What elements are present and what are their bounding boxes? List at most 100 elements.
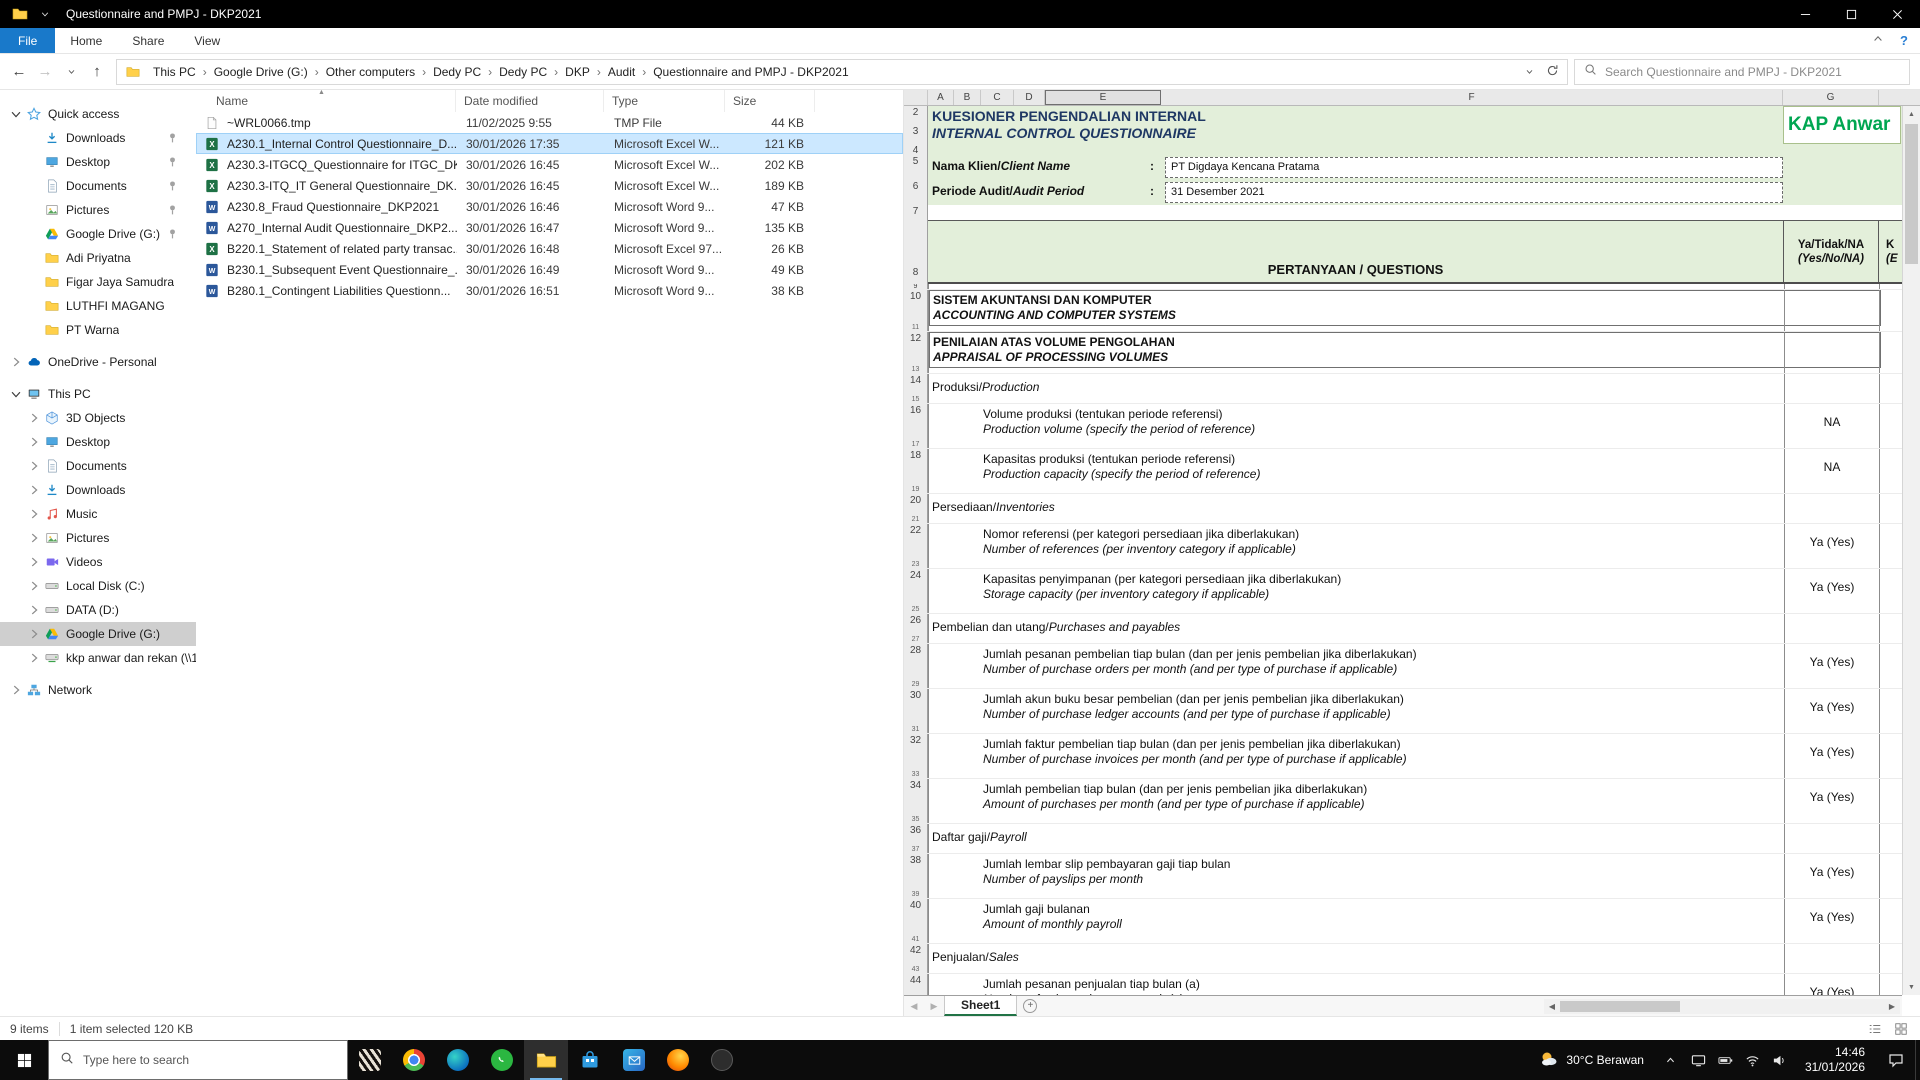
collapse-ribbon-icon[interactable] bbox=[1872, 32, 1884, 50]
sheet-title-en[interactable]: INTERNAL CONTROL QUESTIONNAIRE bbox=[928, 125, 1902, 141]
chev-right-icon[interactable] bbox=[26, 458, 42, 474]
answer-cell[interactable]: Ya (Yes) bbox=[1785, 734, 1879, 759]
column-header-c[interactable]: C bbox=[981, 90, 1014, 105]
chev-down-icon[interactable] bbox=[8, 106, 24, 122]
row-header[interactable]: 3435 bbox=[904, 779, 928, 823]
back-button[interactable]: ← bbox=[6, 59, 32, 85]
refresh-icon[interactable] bbox=[1546, 64, 1559, 80]
vertical-scroll-thumb[interactable] bbox=[1905, 124, 1918, 264]
network-tray-icon[interactable] bbox=[1739, 1040, 1766, 1080]
answer-cell[interactable]: Ya (Yes) bbox=[1785, 899, 1879, 924]
chev-right-icon[interactable] bbox=[26, 602, 42, 618]
sidebar-item-desktop[interactable]: Desktop bbox=[0, 150, 196, 174]
row-header[interactable]: 1415 bbox=[904, 374, 928, 403]
sidebar-item-figar-jaya-samudra[interactable]: Figar Jaya Samudra bbox=[0, 270, 196, 294]
answer-cell[interactable]: Ya (Yes) bbox=[1785, 689, 1879, 714]
maximize-button[interactable] bbox=[1828, 0, 1874, 28]
breadcrumb-item-this-pc[interactable]: This PC bbox=[147, 65, 202, 79]
row-header[interactable]: 3 bbox=[904, 125, 928, 144]
chev-right-icon[interactable] bbox=[26, 506, 42, 522]
sidebar-item-documents[interactable]: Documents bbox=[0, 174, 196, 198]
row-header[interactable]: 2829 bbox=[904, 644, 928, 688]
row-header[interactable]: 3637 bbox=[904, 824, 928, 853]
sidebar-item-pictures[interactable]: Pictures bbox=[0, 526, 196, 550]
row-header[interactable]: 2223 bbox=[904, 524, 928, 568]
help-icon[interactable]: ? bbox=[1900, 33, 1908, 48]
file-row-a230-1-internal-control-questionnaire-d[interactable]: XA230.1_Internal Control Questionnaire_D… bbox=[196, 133, 903, 154]
sidebar-section-quick-access[interactable]: Quick access bbox=[0, 102, 196, 126]
sheet-row[interactable]: 44Jumlah pesanan penjualan tiap bulan (a… bbox=[904, 974, 1902, 995]
column-header-date-modified[interactable]: Date modified bbox=[456, 90, 604, 112]
sidebar-item-videos[interactable]: Videos bbox=[0, 550, 196, 574]
answer-cell[interactable]: Ya (Yes) bbox=[1785, 779, 1879, 804]
chev-right-icon[interactable] bbox=[26, 530, 42, 546]
details-view-button[interactable] bbox=[1864, 1020, 1886, 1038]
column-header-g[interactable]: G bbox=[1783, 90, 1879, 105]
sidebar-item-google-drive-g[interactable]: Google Drive (G:) bbox=[0, 622, 196, 646]
search-input[interactable] bbox=[1605, 65, 1900, 79]
sheet-row[interactable]: 2223Nomor referensi (per kategori persed… bbox=[904, 524, 1902, 569]
tab-share[interactable]: Share bbox=[117, 28, 179, 53]
chev-down-icon[interactable] bbox=[8, 386, 24, 402]
row-header[interactable]: 2 bbox=[904, 106, 928, 125]
chev-right-icon[interactable] bbox=[26, 434, 42, 450]
answer-cell[interactable]: Ya (Yes) bbox=[1785, 569, 1879, 594]
breadcrumb-item-dedy-pc[interactable]: Dedy PC bbox=[427, 65, 487, 79]
sheet-row[interactable]: 1213PENILAIAN ATAS VOLUME PENGOLAHANAPPR… bbox=[904, 332, 1902, 374]
column-header-name[interactable]: Name bbox=[196, 90, 456, 112]
up-button[interactable]: ↑ bbox=[84, 59, 110, 85]
sheet-row[interactable]: 4041Jumlah gaji bulananAmount of monthly… bbox=[904, 899, 1902, 944]
sheet-title-id[interactable]: KUESIONER PENGENDALIAN INTERNAL bbox=[928, 106, 1902, 124]
answer-cell[interactable]: NA bbox=[1785, 404, 1879, 429]
close-button[interactable] bbox=[1874, 0, 1920, 28]
sheet-row[interactable]: 1011SISTEM AKUNTANSI DAN KOMPUTERACCOUNT… bbox=[904, 290, 1902, 332]
scroll-right-icon[interactable]: ▶ bbox=[1884, 1002, 1900, 1011]
chev-right-icon[interactable] bbox=[8, 682, 24, 698]
row-header[interactable]: 1617 bbox=[904, 404, 928, 448]
row-header[interactable]: 7 bbox=[904, 205, 928, 220]
preview-vertical-scrollbar[interactable]: ▲ ▼ bbox=[1902, 106, 1920, 995]
show-desktop-button[interactable] bbox=[1915, 1040, 1920, 1080]
quick-access-toolbar-chevron-icon[interactable] bbox=[40, 9, 50, 19]
sidebar-section-this-pc[interactable]: This PC bbox=[0, 382, 196, 406]
taskbar-app-zebra-app[interactable] bbox=[348, 1040, 392, 1080]
sheet-row[interactable]: 4243Penjualan/Sales bbox=[904, 944, 1902, 974]
sidebar-item-adi-priyatna[interactable]: Adi Priyatna bbox=[0, 246, 196, 270]
column-header-size[interactable]: Size bbox=[725, 90, 815, 112]
column-header-d[interactable]: D bbox=[1014, 90, 1045, 105]
minimize-button[interactable] bbox=[1782, 0, 1828, 28]
row-header[interactable]: 2627 bbox=[904, 614, 928, 643]
chev-right-icon[interactable] bbox=[26, 578, 42, 594]
sidebar-item-3d-objects[interactable]: 3D Objects bbox=[0, 406, 196, 430]
taskbar-search-box[interactable] bbox=[48, 1040, 348, 1080]
tab-home[interactable]: Home bbox=[55, 28, 117, 53]
column-header-type[interactable]: Type bbox=[604, 90, 725, 112]
sheet-row[interactable]: 1819Kapasitas produksi (tentukan periode… bbox=[904, 449, 1902, 494]
kap-logo-cell[interactable]: KAP Anwar bbox=[1783, 106, 1901, 144]
audit-period-value[interactable]: 31 Desember 2021 bbox=[1165, 182, 1783, 203]
sheet-corner[interactable] bbox=[904, 90, 928, 105]
row-header[interactable]: 3233 bbox=[904, 734, 928, 778]
sidebar-item-google-drive-g[interactable]: Google Drive (G:) bbox=[0, 222, 196, 246]
sidebar-item-downloads[interactable]: Downloads bbox=[0, 478, 196, 502]
row-header[interactable]: 2425 bbox=[904, 569, 928, 613]
row-header[interactable]: 1011 bbox=[904, 290, 928, 331]
file-row-wrl0066-tmp[interactable]: ~WRL0066.tmp11/02/2025 9:55TMP File44 KB bbox=[196, 112, 903, 133]
tab-view[interactable]: View bbox=[179, 28, 235, 53]
sheet-nav-left-icon[interactable]: ◀ bbox=[904, 996, 924, 1016]
sheet-row[interactable]: 2021Persediaan/Inventories bbox=[904, 494, 1902, 524]
breadcrumb-item-google-drive-g[interactable]: Google Drive (G:) bbox=[208, 65, 314, 79]
taskbar-app-mail[interactable] bbox=[612, 1040, 656, 1080]
row-header[interactable]: 3839 bbox=[904, 854, 928, 898]
sheet-row[interactable]: 3233Jumlah faktur pembelian tiap bulan (… bbox=[904, 734, 1902, 779]
sheet-tab-sheet1[interactable]: Sheet1 bbox=[944, 996, 1017, 1016]
breadcrumb-item-dedy-pc[interactable]: Dedy PC bbox=[493, 65, 553, 79]
taskbar-app-edge[interactable] bbox=[436, 1040, 480, 1080]
taskbar-app-chrome[interactable] bbox=[392, 1040, 436, 1080]
sidebar-item-pt-warna[interactable]: PT Warna bbox=[0, 318, 196, 342]
tab-file[interactable]: File bbox=[0, 28, 55, 53]
row-header[interactable]: 9 bbox=[904, 284, 928, 289]
sidebar-item-luthfi-magang[interactable]: LUTHFI MAGANG bbox=[0, 294, 196, 318]
sheet-row[interactable]: 3435Jumlah pembelian tiap bulan (dan per… bbox=[904, 779, 1902, 824]
file-row-a230-8-fraud-questionnaire-dkp2021[interactable]: WA230.8_Fraud Questionnaire_DKP202130/01… bbox=[196, 196, 903, 217]
